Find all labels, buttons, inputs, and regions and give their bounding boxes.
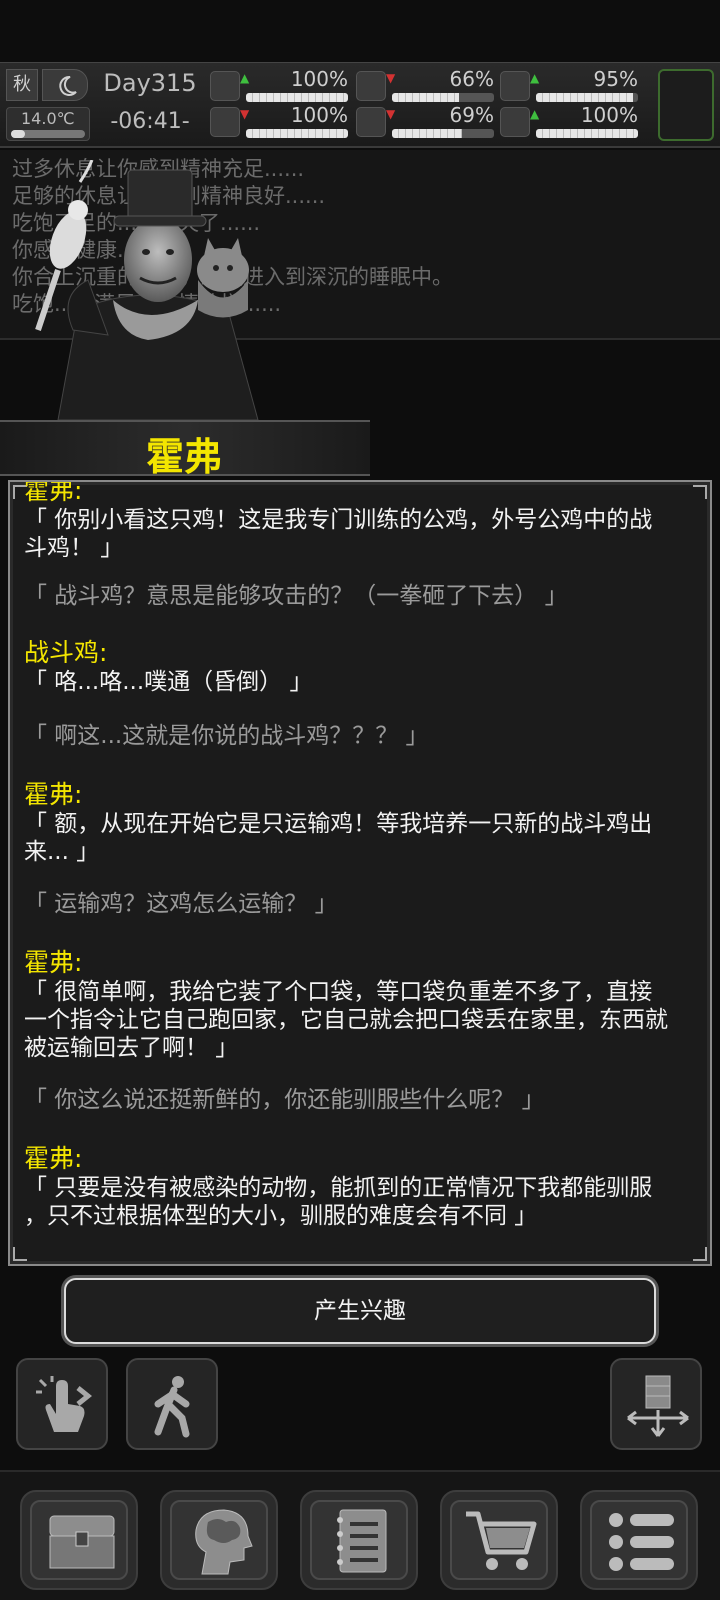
leg-icon: [210, 107, 240, 137]
stat-bar: [246, 129, 348, 138]
corner-ornament: [13, 1247, 27, 1261]
stat-value: 66%: [449, 67, 494, 91]
trend-up-icon: ▲: [240, 71, 250, 85]
dialog-speaker: 霍弗:: [24, 1144, 83, 1173]
trend-up-icon: ▲: [530, 107, 540, 121]
nav-skills[interactable]: [160, 1490, 278, 1590]
walk-button[interactable]: [126, 1358, 218, 1450]
nav-journal[interactable]: [300, 1490, 418, 1590]
dialog-entry: 战斗鸡: 「 咯...咯...噗通（昏倒） 」: [24, 638, 700, 696]
storage-button[interactable]: [610, 1358, 702, 1450]
season-indicator: 秋: [6, 69, 38, 101]
dialog-line: 「 只要是没有被感染的动物，能抓到的正常情况下我都能驯服: [24, 1175, 653, 1201]
trend-down-icon: ▼: [240, 107, 250, 121]
stat-legs: ▼ 100%: [210, 103, 352, 141]
heart-icon: [500, 107, 530, 137]
dialogue-box[interactable]: 霍弗: 「 你别小看这只鸡！这是我专门训练的公鸡，外号公鸡中的战 斗鸡！ 」 「…: [8, 480, 712, 1266]
player-reply: 「 啊这...这就是你说的战斗鸡？？？ 」: [24, 722, 700, 750]
stat-value: 100%: [290, 103, 348, 127]
stat-bar: [536, 93, 638, 102]
player-reply: 「 运输鸡？这鸡怎么运输？ 」: [24, 890, 700, 918]
show-interest-button[interactable]: 产生兴趣: [64, 1278, 656, 1344]
stomach-icon: [356, 71, 386, 101]
dialog-line: 「 额，从现在开始它是只运输鸡！等我培养一只新的战斗鸡出: [24, 811, 653, 837]
walk-icon: [154, 1376, 190, 1438]
brain-icon: [195, 1509, 253, 1575]
cart-icon: [466, 1511, 537, 1570]
dialog-line: ，只不过根据体型的大小，驯服的难度会有不同 」: [24, 1203, 538, 1229]
temperature-value: 14.0℃: [21, 109, 75, 128]
dialog-line: 「 很简单啊，我给它装了个口袋，等口袋负重差不多了，直接: [24, 979, 653, 1005]
medkit-icon: [210, 71, 240, 101]
dialog-speaker: 霍弗:: [24, 948, 83, 977]
menu-icon: [609, 1513, 674, 1571]
dialog-line: 一个指令让它自己跑回家，它自己就会把口袋丢在家里，东西就: [24, 1007, 668, 1033]
day-counter: Day315: [103, 69, 197, 97]
trend-up-icon: ▲: [530, 71, 540, 85]
stat-bar: [392, 129, 494, 138]
interact-icon: [36, 1376, 93, 1432]
bottom-navigation: [0, 1470, 720, 1600]
dialog-speaker: 战斗鸡:: [24, 638, 108, 667]
dialog-entry: 霍弗: 「 只要是没有被感染的动物，能抓到的正常情况下我都能驯服 ，只不过根据体…: [24, 1144, 700, 1230]
dialog-line: 斗鸡！ 」: [24, 535, 124, 561]
chest-icon: [49, 1515, 115, 1569]
dialog-entry: 霍弗: 「 你别小看这只鸡！这是我专门训练的公鸡，外号公鸡中的战 斗鸡！ 」: [24, 480, 700, 562]
speaker-nameplate: 霍弗: [0, 420, 370, 479]
stat-value: 100%: [290, 67, 348, 91]
nav-menu[interactable]: [580, 1490, 698, 1590]
stat-water: ▼ 69%: [356, 103, 498, 141]
temperature-bar: [11, 130, 85, 138]
reply-line: 「 你这么说还挺新鲜的，你还能驯服些什么呢？ 」: [24, 1087, 545, 1113]
stat-stamina: ▼ 66%: [356, 67, 498, 105]
moon-icon: [42, 69, 88, 101]
stat-mood: ▲ 95%: [500, 67, 642, 105]
interact-button[interactable]: [16, 1358, 108, 1450]
stat-heart: ▲ 100%: [500, 103, 642, 141]
reply-line: 「 战斗鸡？意思是能够攻击的？（一拳砸了下去） 」: [24, 583, 568, 609]
dialog-speaker: 霍弗:: [24, 480, 83, 505]
dialog-line: 「 你别小看这只鸡！这是我专门训练的公鸡，外号公鸡中的战: [24, 507, 653, 533]
speaker-name: 霍弗: [146, 435, 223, 479]
corner-ornament: [693, 1247, 707, 1261]
stat-value: 69%: [449, 103, 494, 127]
stat-bar: [536, 129, 638, 138]
player-reply: 「 战斗鸡？意思是能够攻击的？（一拳砸了下去） 」: [24, 582, 700, 610]
dialog-entry: 霍弗: 「 额，从现在开始它是只运输鸡！等我培养一只新的战斗鸡出 来... 」: [24, 780, 700, 866]
status-bar: 秋 14.0℃ Day315 -06:41- ▲ 100% ▼ 66% ▲ 95% ▼ 100…: [0, 62, 720, 148]
dialog-line: 被运输回去了啊！ 」: [24, 1035, 239, 1061]
reply-line: 「 运输鸡？这鸡怎么运输？ 」: [24, 891, 338, 917]
temperature-gauge: 14.0℃: [6, 107, 90, 141]
dialog-line: 「 咯...咯...噗通（昏倒） 」: [24, 669, 313, 695]
journal-icon: [337, 1509, 387, 1573]
time-display: -06:41-: [110, 109, 190, 134]
water-drop-icon: [356, 107, 386, 137]
reply-line: 「 啊这...这就是你说的战斗鸡？？？ 」: [24, 723, 429, 749]
trend-down-icon: ▼: [386, 107, 396, 121]
stat-bar: [246, 93, 348, 102]
storage-icon: [627, 1375, 689, 1437]
dialog-entry: 霍弗: 「 很简单啊，我给它装了个口袋，等口袋负重差不多了，直接 一个指令让它自…: [24, 948, 700, 1062]
player-reply: 「 你这么说还挺新鲜的，你还能驯服些什么呢？ 」: [24, 1086, 700, 1114]
trend-down-icon: ▼: [386, 71, 396, 85]
stat-value: 95%: [593, 67, 638, 91]
dialog-speaker: 霍弗:: [24, 780, 83, 809]
stat-value: 100%: [580, 103, 638, 127]
stat-bar: [392, 93, 494, 102]
nav-shop[interactable]: [440, 1490, 558, 1590]
character-slot[interactable]: [658, 69, 714, 141]
dialog-line: 来... 」: [24, 839, 100, 865]
npc-portrait: [18, 159, 268, 421]
face-icon: [500, 71, 530, 101]
nav-inventory[interactable]: [20, 1490, 138, 1590]
stat-health: ▲ 100%: [210, 67, 352, 105]
